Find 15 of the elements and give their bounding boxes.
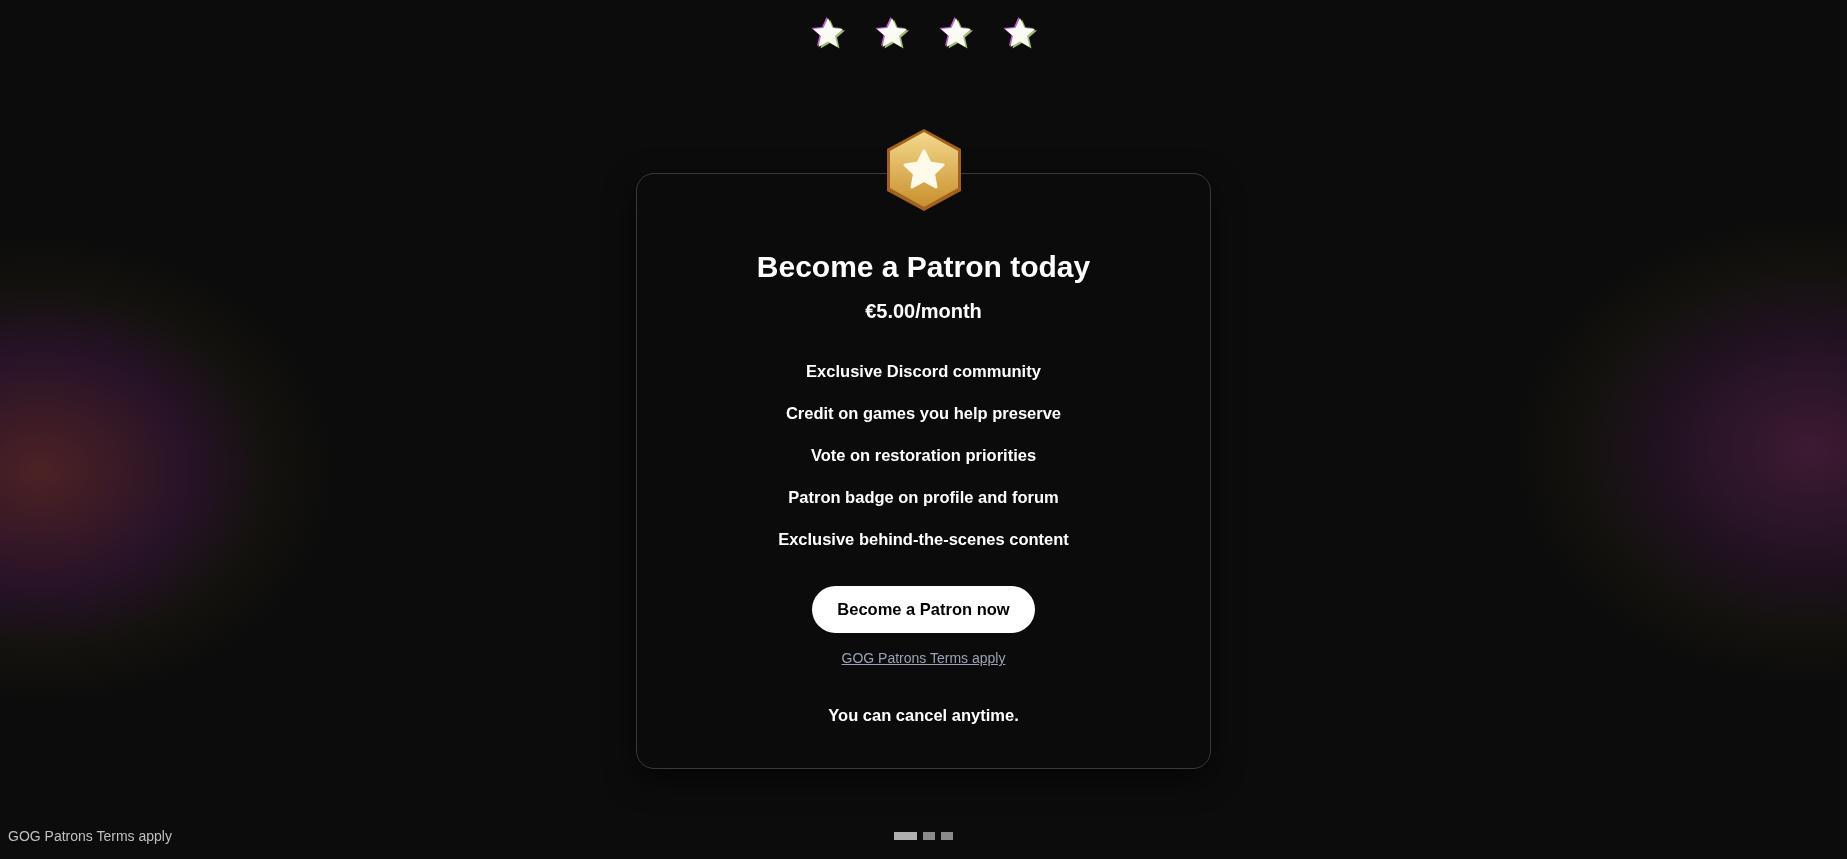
price: €5.00/month bbox=[865, 300, 982, 323]
terms-link[interactable]: GOG Patrons Terms apply bbox=[841, 650, 1006, 666]
cancel-note: You can cancel anytime. bbox=[828, 706, 1019, 725]
benefit-text: Exclusive behind-the-scenes content bbox=[778, 529, 1069, 550]
benefit-text: Exclusive Discord community bbox=[806, 361, 1041, 382]
benefit-text: Credit on games you help preserve bbox=[785, 403, 1062, 424]
benefit-text: Patron badge on profile and forum bbox=[788, 487, 1059, 508]
become-patron-button[interactable]: Become a Patron now bbox=[812, 586, 1035, 633]
benefit-text: Vote on restoration priorities bbox=[810, 445, 1037, 466]
star-icon bbox=[937, 14, 974, 50]
offer-title: Become a Patron today bbox=[756, 250, 1091, 284]
star-icon bbox=[873, 14, 910, 50]
terms-text: GOG Patrons Terms apply bbox=[8, 828, 173, 844]
star-icon bbox=[1001, 14, 1038, 50]
star-icon bbox=[809, 14, 846, 50]
